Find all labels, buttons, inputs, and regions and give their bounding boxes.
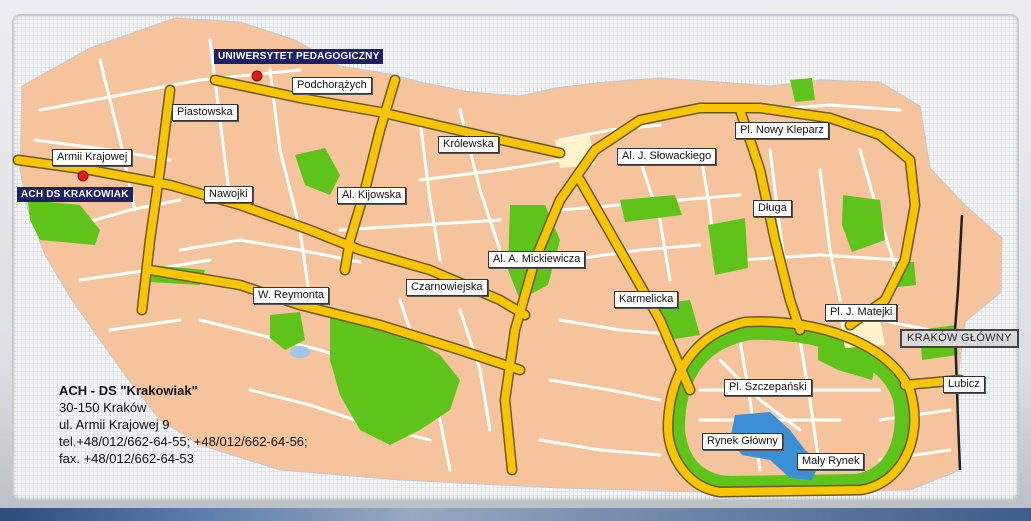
label-podchorazych: Podchorążych xyxy=(292,77,372,94)
label-al-kijowska: Al. Kijowska xyxy=(337,187,407,204)
label-nawojki: Nawojki xyxy=(204,186,253,203)
label-al-slowackiego: Al. J. Słowackiego xyxy=(617,148,717,165)
label-uniwersytet-pedagogiczny: UNIWERSYTET PEDAGOGICZNY xyxy=(214,49,384,64)
address-title: ACH - DS "Krakowiak" xyxy=(59,383,198,398)
uniwersytet-marker[interactable] xyxy=(251,70,263,82)
label-lubicz: Lubicz xyxy=(943,376,985,393)
label-al-mickiewicza: Al. A. Mickiewicza xyxy=(488,251,586,268)
address-city: 30-150 Kraków xyxy=(59,400,147,415)
address-block: ACH - DS "Krakowiak" 30-150 Kraków ul. A… xyxy=(59,382,308,467)
label-pl-matejki: Pl. J. Matejki xyxy=(825,304,898,321)
label-dluga: Długa xyxy=(753,200,792,217)
label-krakow-glowny: KRAKÓW GŁÓWNY xyxy=(900,329,1019,348)
label-ach-ds-krakowiak: ACH DS KRAKOWIAK xyxy=(17,187,133,202)
address-fax: fax. +48/012/662-64-53 xyxy=(59,451,194,466)
label-maly-rynek: Mały Rynek xyxy=(797,453,865,470)
label-piastowska: Piastowska xyxy=(172,104,238,121)
label-armii-krajowej: Armii Krajowej xyxy=(52,149,133,166)
address-tel: tel.+48/012/662-64-55; +48/012/662-64-56… xyxy=(59,434,308,449)
label-karmelicka: Karmelicka xyxy=(614,291,679,308)
label-w-reymonta: W. Reymonta xyxy=(253,287,330,304)
label-rynek-glowny: Rynek Główny xyxy=(702,433,783,450)
ach-ds-krakowiak-marker[interactable] xyxy=(77,170,89,182)
label-czarnowiejska: Czarnowiejska xyxy=(406,279,488,296)
label-pl-nowy-kleparz: Pl. Nowy Kleparz xyxy=(735,122,829,139)
address-street: ul. Armii Krajowej 9 xyxy=(59,417,170,432)
label-pl-szczepanski: Pl. Szczepański xyxy=(724,379,812,396)
pond xyxy=(290,346,310,358)
label-krolewska: Królewska xyxy=(438,136,499,153)
